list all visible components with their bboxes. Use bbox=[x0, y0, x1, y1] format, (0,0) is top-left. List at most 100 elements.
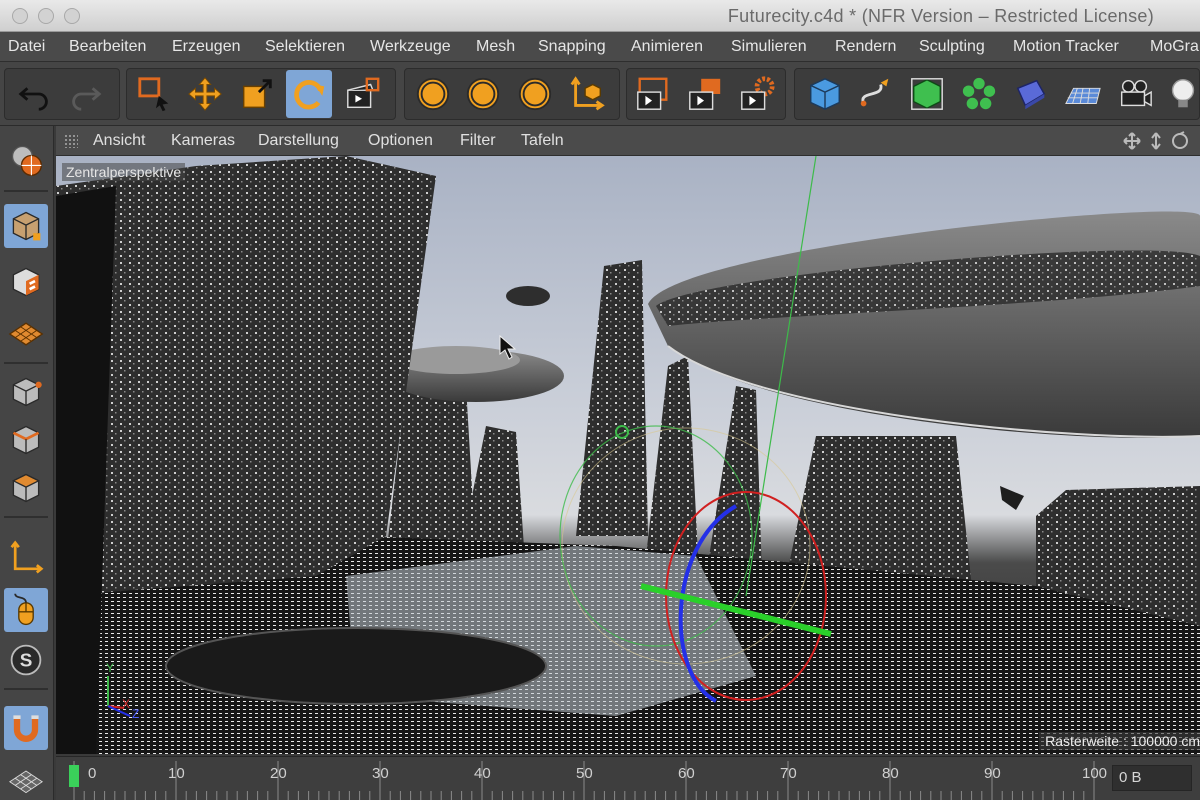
snapping-button[interactable]: S bbox=[4, 638, 48, 682]
model-mode-button[interactable] bbox=[4, 204, 48, 248]
distant-tower bbox=[646, 356, 698, 556]
palette-separator bbox=[4, 688, 48, 690]
viewport-menu-bar: Ansicht Kameras Darstellung Optionen Fil… bbox=[56, 126, 1200, 156]
timeline-tick-label: 10 bbox=[168, 765, 185, 782]
redo-icon bbox=[72, 87, 102, 111]
scale-tool-button[interactable] bbox=[234, 70, 280, 118]
texture-mode-icon bbox=[12, 267, 40, 297]
timeline-tick-label: 50 bbox=[576, 765, 593, 782]
viewport-nav-icons bbox=[1123, 131, 1188, 150]
timeline[interactable]: 0 10 20 30 40 50 60 70 80 90 100 0 B bbox=[56, 756, 1200, 800]
coordinate-system-button[interactable] bbox=[564, 70, 610, 118]
camera-button[interactable] bbox=[1112, 70, 1158, 118]
timeline-tick-label: 100 bbox=[1082, 765, 1108, 782]
flying-ship bbox=[1000, 486, 1024, 510]
menu-erzeugen[interactable]: Erzeugen bbox=[172, 38, 241, 56]
3d-viewport[interactable]: Y X Z Zentralperspektive Rasterweite : 1… bbox=[56, 156, 1200, 754]
move-tool-button[interactable] bbox=[182, 70, 228, 118]
menu-mesh[interactable]: Mesh bbox=[476, 38, 515, 56]
make-editable-button[interactable] bbox=[4, 138, 48, 182]
palette-separator bbox=[4, 516, 48, 518]
menu-animieren[interactable]: Animieren bbox=[631, 38, 703, 56]
minimize-window-button[interactable] bbox=[38, 8, 54, 24]
rotate-tool-button[interactable] bbox=[286, 70, 332, 118]
points-mode-icon bbox=[12, 377, 42, 407]
spline-pen-button[interactable] bbox=[852, 70, 898, 118]
palette-separator bbox=[4, 190, 48, 192]
deformer-icon bbox=[1016, 79, 1046, 110]
menu-sculpting[interactable]: Sculpting bbox=[919, 38, 985, 56]
polygons-mode-button[interactable] bbox=[4, 466, 48, 510]
recent-tools-icon bbox=[347, 77, 380, 109]
deformer-button[interactable] bbox=[1008, 70, 1054, 118]
viewport-scene: Y X Z bbox=[56, 156, 1200, 754]
viewport-menu-kameras[interactable]: Kameras bbox=[171, 132, 235, 150]
light-icon bbox=[1171, 79, 1195, 108]
recent-tools-button[interactable] bbox=[340, 70, 386, 118]
cloner-button[interactable] bbox=[956, 70, 1002, 118]
viewport-menu-tafeln[interactable]: Tafeln bbox=[521, 132, 564, 150]
menu-motion-tracker[interactable]: Motion Tracker bbox=[1013, 38, 1119, 56]
mouse-icon bbox=[14, 593, 34, 626]
render-view-icon bbox=[637, 77, 668, 110]
texture-mode-button[interactable] bbox=[4, 260, 48, 304]
points-mode-button[interactable] bbox=[4, 370, 48, 414]
window-title-bar: Futurecity.c4d * (NFR Version – Restrict… bbox=[0, 0, 1200, 32]
tweak-mode-button[interactable] bbox=[4, 588, 48, 632]
menu-rendern[interactable]: Rendern bbox=[835, 38, 896, 56]
cube-primitive-button[interactable] bbox=[802, 70, 848, 118]
viewport-menu-darstellung[interactable]: Darstellung bbox=[258, 132, 339, 150]
menu-werkzeuge[interactable]: Werkzeuge bbox=[370, 38, 451, 56]
edges-mode-button[interactable] bbox=[4, 418, 48, 462]
render-view-button[interactable] bbox=[630, 70, 676, 118]
menu-snapping[interactable]: Snapping bbox=[538, 38, 606, 56]
light-button[interactable] bbox=[1160, 70, 1200, 118]
snapping-s-icon: S bbox=[10, 644, 42, 676]
grid-toggle-button[interactable] bbox=[4, 758, 48, 800]
viewport-menu-ansicht[interactable]: Ansicht bbox=[93, 132, 145, 150]
menu-selektieren[interactable]: Selektieren bbox=[265, 38, 345, 56]
cube-icon bbox=[810, 78, 840, 110]
z-axis-lock-button[interactable] bbox=[512, 70, 558, 118]
y-axis-lock-button[interactable] bbox=[460, 70, 506, 118]
zoom-window-button[interactable] bbox=[64, 8, 80, 24]
coordinate-system-icon bbox=[570, 76, 605, 111]
menu-datei[interactable]: Datei bbox=[8, 38, 45, 56]
timeline-tick-label: 80 bbox=[882, 765, 899, 782]
move-icon bbox=[188, 77, 222, 111]
flying-ship bbox=[506, 286, 550, 306]
grid-icon bbox=[8, 770, 44, 794]
x-axis-lock-button[interactable] bbox=[410, 70, 456, 118]
current-frame-field[interactable]: 0 B bbox=[1112, 765, 1192, 791]
scale-icon bbox=[242, 79, 272, 109]
menu-mograph[interactable]: MoGra bbox=[1150, 38, 1199, 56]
menu-simulieren[interactable]: Simulieren bbox=[731, 38, 807, 56]
zoom-view-icon[interactable] bbox=[1151, 132, 1161, 150]
close-window-button[interactable] bbox=[12, 8, 28, 24]
make-editable-icon bbox=[11, 145, 42, 176]
camera-icon bbox=[1120, 79, 1152, 107]
live-selection-button[interactable] bbox=[132, 70, 178, 118]
timeline-playhead[interactable] bbox=[69, 765, 79, 787]
floor-button[interactable] bbox=[1060, 70, 1106, 118]
cloner-icon bbox=[962, 77, 996, 110]
axis-label-z: Z bbox=[132, 707, 139, 721]
pan-view-icon[interactable] bbox=[1123, 132, 1141, 150]
undo-icon bbox=[18, 87, 48, 111]
viewport-menu-optionen[interactable]: Optionen bbox=[368, 132, 433, 150]
viewport-menu-filter[interactable]: Filter bbox=[460, 132, 496, 150]
render-settings-button[interactable] bbox=[734, 70, 780, 118]
workplane-mode-button[interactable] bbox=[4, 312, 48, 356]
subdivision-surface-button[interactable] bbox=[904, 70, 950, 118]
redo-button[interactable] bbox=[62, 70, 108, 118]
window-title: Futurecity.c4d * (NFR Version – Restrict… bbox=[727, 6, 1154, 26]
magnet-snap-button[interactable] bbox=[4, 706, 48, 750]
menu-bearbeiten[interactable]: Bearbeiten bbox=[69, 38, 146, 56]
undo-button[interactable] bbox=[12, 70, 58, 118]
main-menu-bar: Datei Bearbeiten Erzeugen Selektieren We… bbox=[0, 32, 1200, 62]
panel-grip-icon[interactable] bbox=[64, 134, 78, 148]
orbit-view-icon[interactable] bbox=[1172, 131, 1188, 149]
render-to-picture-viewer-button[interactable] bbox=[682, 70, 728, 118]
timeline-tick-label: 20 bbox=[270, 765, 287, 782]
axis-mode-button[interactable] bbox=[4, 536, 48, 580]
